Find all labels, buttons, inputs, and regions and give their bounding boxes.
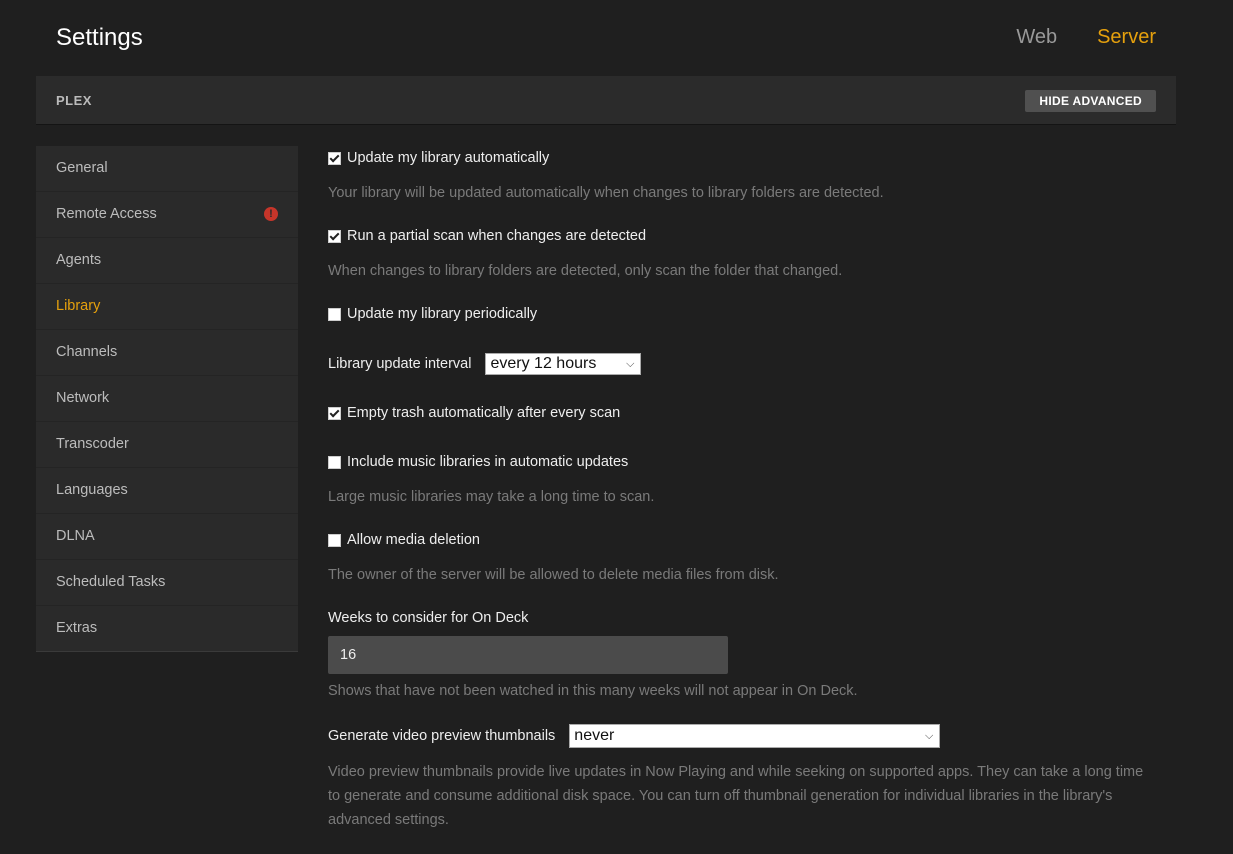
preview-thumbnails-help: Video preview thumbnails provide live up… — [328, 764, 1144, 828]
sidebar-item-channels[interactable]: Channels — [36, 330, 298, 376]
sidebar-item-label: Remote Access — [56, 206, 157, 222]
media-deletion-label: Allow media deletion — [347, 532, 480, 548]
periodic-update-setting[interactable]: Update my library periodically — [328, 306, 537, 322]
update-interval-value: every 12 hours — [490, 355, 597, 372]
music-updates-setting[interactable]: Include music libraries in automatic upd… — [328, 454, 628, 470]
update-interval-label: Library update interval — [328, 356, 472, 372]
auto-update-label: Update my library automatically — [347, 150, 550, 166]
empty-trash-setting[interactable]: Empty trash automatically after every sc… — [328, 405, 620, 421]
music-updates-label: Include music libraries in automatic upd… — [347, 454, 629, 470]
auto-update-setting[interactable]: Update my library automatically — [328, 150, 549, 166]
update-interval-select[interactable]: every 12 hours ⌵ — [485, 353, 642, 375]
empty-trash-checkbox[interactable] — [328, 406, 341, 420]
settings-sidebar: General Remote Access ! Agents Library C… — [36, 146, 298, 652]
periodic-update-checkbox[interactable] — [328, 307, 341, 321]
sidebar-item-general[interactable]: General — [36, 146, 298, 192]
alert-icon: ! — [264, 207, 278, 221]
sidebar-item-dlna[interactable]: DLNA — [36, 514, 298, 560]
on-deck-weeks-field-wrap — [328, 636, 728, 674]
partial-scan-setting[interactable]: Run a partial scan when changes are dete… — [328, 228, 646, 244]
top-nav: Web Server — [1016, 26, 1156, 49]
tab-server[interactable]: Server — [1097, 26, 1156, 49]
on-deck-weeks-input[interactable] — [328, 636, 728, 674]
periodic-update-label: Update my library periodically — [347, 306, 538, 322]
empty-trash-label: Empty trash automatically after every sc… — [347, 405, 621, 421]
preview-thumbnails-value: never — [574, 727, 615, 744]
on-deck-weeks-help: Shows that have not been watched in this… — [328, 683, 858, 699]
preview-thumbnails-setting: Generate video preview thumbnails never … — [328, 724, 941, 748]
on-deck-weeks-label: Weeks to consider for On Deck — [328, 610, 529, 626]
preview-thumbnails-select[interactable]: never ⌵ — [569, 724, 941, 748]
sidebar-item-network[interactable]: Network — [36, 376, 298, 422]
chevron-down-icon: ⌵ — [924, 729, 934, 742]
sidebar-item-agents[interactable]: Agents — [36, 238, 298, 284]
sidebar-item-languages[interactable]: Languages — [36, 468, 298, 514]
server-name: PLEX — [56, 93, 92, 108]
music-updates-checkbox[interactable] — [328, 455, 341, 469]
media-deletion-checkbox[interactable] — [328, 533, 341, 547]
update-interval-setting: Library update interval every 12 hours ⌵ — [328, 353, 642, 375]
preview-thumbnails-label: Generate video preview thumbnails — [328, 728, 556, 744]
sidebar-item-transcoder[interactable]: Transcoder — [36, 422, 298, 468]
sidebar-item-remote-access[interactable]: Remote Access ! — [36, 192, 298, 238]
chevron-down-icon: ⌵ — [626, 357, 635, 370]
music-updates-help: Large music libraries may take a long ti… — [328, 489, 655, 505]
partial-scan-label: Run a partial scan when changes are dete… — [347, 228, 647, 244]
page-title: Settings — [56, 24, 143, 51]
auto-update-help: Your library will be updated automatical… — [328, 185, 884, 201]
sidebar-item-extras[interactable]: Extras — [36, 606, 298, 651]
hide-advanced-button[interactable]: HIDE ADVANCED — [1025, 90, 1156, 112]
sidebar-item-scheduled-tasks[interactable]: Scheduled Tasks — [36, 560, 298, 606]
sidebar-item-library[interactable]: Library — [36, 284, 298, 330]
media-deletion-help: The owner of the server will be allowed … — [328, 567, 779, 583]
media-deletion-setting[interactable]: Allow media deletion — [328, 532, 480, 548]
server-bar: PLEX HIDE ADVANCED — [36, 76, 1176, 125]
partial-scan-checkbox[interactable] — [328, 229, 341, 243]
auto-update-checkbox[interactable] — [328, 151, 341, 165]
tab-web[interactable]: Web — [1016, 26, 1057, 49]
partial-scan-help: When changes to library folders are dete… — [328, 263, 843, 279]
